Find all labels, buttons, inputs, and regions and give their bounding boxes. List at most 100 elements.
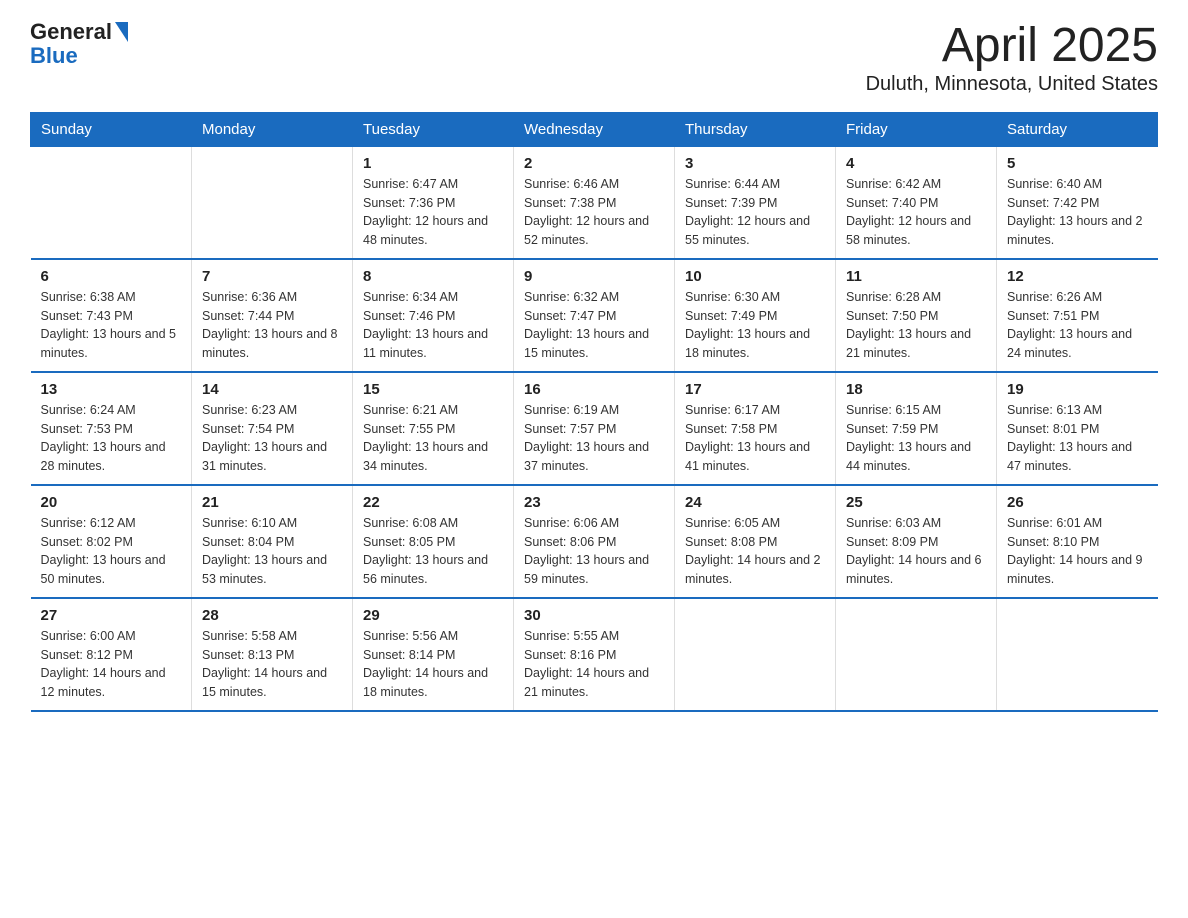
day-info: Sunrise: 6:44 AMSunset: 7:39 PMDaylight:… xyxy=(685,175,825,250)
day-info: Sunrise: 6:19 AMSunset: 7:57 PMDaylight:… xyxy=(524,401,664,476)
calendar-cell: 28 Sunrise: 5:58 AMSunset: 8:13 PMDayligh… xyxy=(192,598,353,711)
day-info: Sunrise: 6:10 AMSunset: 8:04 PMDaylight:… xyxy=(202,514,342,589)
calendar-table: SundayMondayTuesdayWednesdayThursdayFrid… xyxy=(30,112,1158,712)
day-info: Sunrise: 6:42 AMSunset: 7:40 PMDaylight:… xyxy=(846,175,986,250)
day-number: 3 xyxy=(685,155,825,172)
day-number: 11 xyxy=(846,268,986,285)
day-number: 19 xyxy=(1007,381,1148,398)
weekday-header-sunday: Sunday xyxy=(31,112,192,146)
page-header: General Blue April 2025 Duluth, Minnesot… xyxy=(30,20,1158,96)
day-info: Sunrise: 5:58 AMSunset: 8:13 PMDaylight:… xyxy=(202,627,342,702)
day-info: Sunrise: 5:56 AMSunset: 8:14 PMDaylight:… xyxy=(363,627,503,702)
calendar-cell: 3 Sunrise: 6:44 AMSunset: 7:39 PMDaylight… xyxy=(675,146,836,259)
day-number: 21 xyxy=(202,494,342,511)
calendar-cell: 26 Sunrise: 6:01 AMSunset: 8:10 PMDayligh… xyxy=(997,485,1158,598)
calendar-cell: 15 Sunrise: 6:21 AMSunset: 7:55 PMDayligh… xyxy=(353,372,514,485)
day-number: 28 xyxy=(202,607,342,624)
calendar-cell: 4 Sunrise: 6:42 AMSunset: 7:40 PMDaylight… xyxy=(836,146,997,259)
calendar-week-row: 1 Sunrise: 6:47 AMSunset: 7:36 PMDaylight… xyxy=(31,146,1158,259)
day-number: 15 xyxy=(363,381,503,398)
calendar-cell: 29 Sunrise: 5:56 AMSunset: 8:14 PMDayligh… xyxy=(353,598,514,711)
day-info: Sunrise: 6:03 AMSunset: 8:09 PMDaylight:… xyxy=(846,514,986,589)
day-info: Sunrise: 6:38 AMSunset: 7:43 PMDaylight:… xyxy=(41,288,182,363)
day-info: Sunrise: 6:47 AMSunset: 7:36 PMDaylight:… xyxy=(363,175,503,250)
day-number: 8 xyxy=(363,268,503,285)
page-title: April 2025 xyxy=(866,20,1158,73)
calendar-cell: 16 Sunrise: 6:19 AMSunset: 7:57 PMDayligh… xyxy=(514,372,675,485)
day-info: Sunrise: 6:21 AMSunset: 7:55 PMDaylight:… xyxy=(363,401,503,476)
day-number: 22 xyxy=(363,494,503,511)
calendar-cell: 18Sunrise: 6:15 AMSunset: 7:59 PMDayligh… xyxy=(836,372,997,485)
calendar-cell: 5 Sunrise: 6:40 AMSunset: 7:42 PMDaylight… xyxy=(997,146,1158,259)
day-info: Sunrise: 6:28 AMSunset: 7:50 PMDaylight:… xyxy=(846,288,986,363)
weekday-header-friday: Friday xyxy=(836,112,997,146)
day-info: Sunrise: 6:23 AMSunset: 7:54 PMDaylight:… xyxy=(202,401,342,476)
day-number: 20 xyxy=(41,494,182,511)
day-number: 27 xyxy=(41,607,182,624)
logo: General Blue xyxy=(30,20,128,68)
calendar-cell: 25 Sunrise: 6:03 AMSunset: 8:09 PMDayligh… xyxy=(836,485,997,598)
day-number: 18 xyxy=(846,381,986,398)
calendar-cell: 11 Sunrise: 6:28 AMSunset: 7:50 PMDayligh… xyxy=(836,259,997,372)
page-subtitle: Duluth, Minnesota, United States xyxy=(866,73,1158,96)
calendar-week-row: 27 Sunrise: 6:00 AMSunset: 8:12 PMDayligh… xyxy=(31,598,1158,711)
day-number: 7 xyxy=(202,268,342,285)
day-info: Sunrise: 6:46 AMSunset: 7:38 PMDaylight:… xyxy=(524,175,664,250)
calendar-cell xyxy=(836,598,997,711)
day-number: 30 xyxy=(524,607,664,624)
calendar-cell: 12 Sunrise: 6:26 AMSunset: 7:51 PMDayligh… xyxy=(997,259,1158,372)
calendar-cell: 6 Sunrise: 6:38 AMSunset: 7:43 PMDaylight… xyxy=(31,259,192,372)
day-info: Sunrise: 6:36 AMSunset: 7:44 PMDaylight:… xyxy=(202,288,342,363)
calendar-cell: 9Sunrise: 6:32 AMSunset: 7:47 PMDaylight… xyxy=(514,259,675,372)
day-info: Sunrise: 6:13 AMSunset: 8:01 PMDaylight:… xyxy=(1007,401,1148,476)
calendar-header-row: SundayMondayTuesdayWednesdayThursdayFrid… xyxy=(31,112,1158,146)
calendar-cell: 21 Sunrise: 6:10 AMSunset: 8:04 PMDayligh… xyxy=(192,485,353,598)
calendar-cell: 13 Sunrise: 6:24 AMSunset: 7:53 PMDayligh… xyxy=(31,372,192,485)
day-number: 1 xyxy=(363,155,503,172)
day-info: Sunrise: 6:30 AMSunset: 7:49 PMDaylight:… xyxy=(685,288,825,363)
day-number: 5 xyxy=(1007,155,1148,172)
day-info: Sunrise: 6:17 AMSunset: 7:58 PMDaylight:… xyxy=(685,401,825,476)
calendar-week-row: 20 Sunrise: 6:12 AMSunset: 8:02 PMDayligh… xyxy=(31,485,1158,598)
calendar-cell: 20 Sunrise: 6:12 AMSunset: 8:02 PMDayligh… xyxy=(31,485,192,598)
calendar-cell: 8 Sunrise: 6:34 AMSunset: 7:46 PMDaylight… xyxy=(353,259,514,372)
weekday-header-wednesday: Wednesday xyxy=(514,112,675,146)
day-info: Sunrise: 6:40 AMSunset: 7:42 PMDaylight:… xyxy=(1007,175,1148,250)
day-number: 10 xyxy=(685,268,825,285)
calendar-cell xyxy=(675,598,836,711)
day-info: Sunrise: 6:12 AMSunset: 8:02 PMDaylight:… xyxy=(41,514,182,589)
calendar-cell xyxy=(997,598,1158,711)
calendar-week-row: 6 Sunrise: 6:38 AMSunset: 7:43 PMDaylight… xyxy=(31,259,1158,372)
calendar-cell: 17Sunrise: 6:17 AMSunset: 7:58 PMDayligh… xyxy=(675,372,836,485)
calendar-cell: 27 Sunrise: 6:00 AMSunset: 8:12 PMDayligh… xyxy=(31,598,192,711)
day-info: Sunrise: 6:32 AMSunset: 7:47 PMDaylight:… xyxy=(524,288,664,363)
calendar-cell: 1 Sunrise: 6:47 AMSunset: 7:36 PMDaylight… xyxy=(353,146,514,259)
day-number: 13 xyxy=(41,381,182,398)
day-info: Sunrise: 6:26 AMSunset: 7:51 PMDaylight:… xyxy=(1007,288,1148,363)
day-number: 16 xyxy=(524,381,664,398)
day-number: 23 xyxy=(524,494,664,511)
day-info: Sunrise: 5:55 AMSunset: 8:16 PMDaylight:… xyxy=(524,627,664,702)
weekday-header-thursday: Thursday xyxy=(675,112,836,146)
calendar-cell: 2Sunrise: 6:46 AMSunset: 7:38 PMDaylight… xyxy=(514,146,675,259)
day-info: Sunrise: 6:01 AMSunset: 8:10 PMDaylight:… xyxy=(1007,514,1148,589)
calendar-cell: 10 Sunrise: 6:30 AMSunset: 7:49 PMDayligh… xyxy=(675,259,836,372)
day-number: 4 xyxy=(846,155,986,172)
day-number: 6 xyxy=(41,268,182,285)
calendar-cell: 24Sunrise: 6:05 AMSunset: 8:08 PMDayligh… xyxy=(675,485,836,598)
day-number: 26 xyxy=(1007,494,1148,511)
calendar-cell: 14Sunrise: 6:23 AMSunset: 7:54 PMDayligh… xyxy=(192,372,353,485)
logo-text-general: General xyxy=(30,20,112,44)
day-info: Sunrise: 6:00 AMSunset: 8:12 PMDaylight:… xyxy=(41,627,182,702)
calendar-cell: 7 Sunrise: 6:36 AMSunset: 7:44 PMDaylight… xyxy=(192,259,353,372)
day-number: 12 xyxy=(1007,268,1148,285)
calendar-cell: 22Sunrise: 6:08 AMSunset: 8:05 PMDayligh… xyxy=(353,485,514,598)
calendar-cell: 30 Sunrise: 5:55 AMSunset: 8:16 PMDayligh… xyxy=(514,598,675,711)
day-info: Sunrise: 6:24 AMSunset: 7:53 PMDaylight:… xyxy=(41,401,182,476)
title-block: April 2025 Duluth, Minnesota, United Sta… xyxy=(866,20,1158,96)
day-info: Sunrise: 6:34 AMSunset: 7:46 PMDaylight:… xyxy=(363,288,503,363)
calendar-cell: 23Sunrise: 6:06 AMSunset: 8:06 PMDayligh… xyxy=(514,485,675,598)
calendar-cell: 19 Sunrise: 6:13 AMSunset: 8:01 PMDayligh… xyxy=(997,372,1158,485)
day-number: 25 xyxy=(846,494,986,511)
day-number: 29 xyxy=(363,607,503,624)
